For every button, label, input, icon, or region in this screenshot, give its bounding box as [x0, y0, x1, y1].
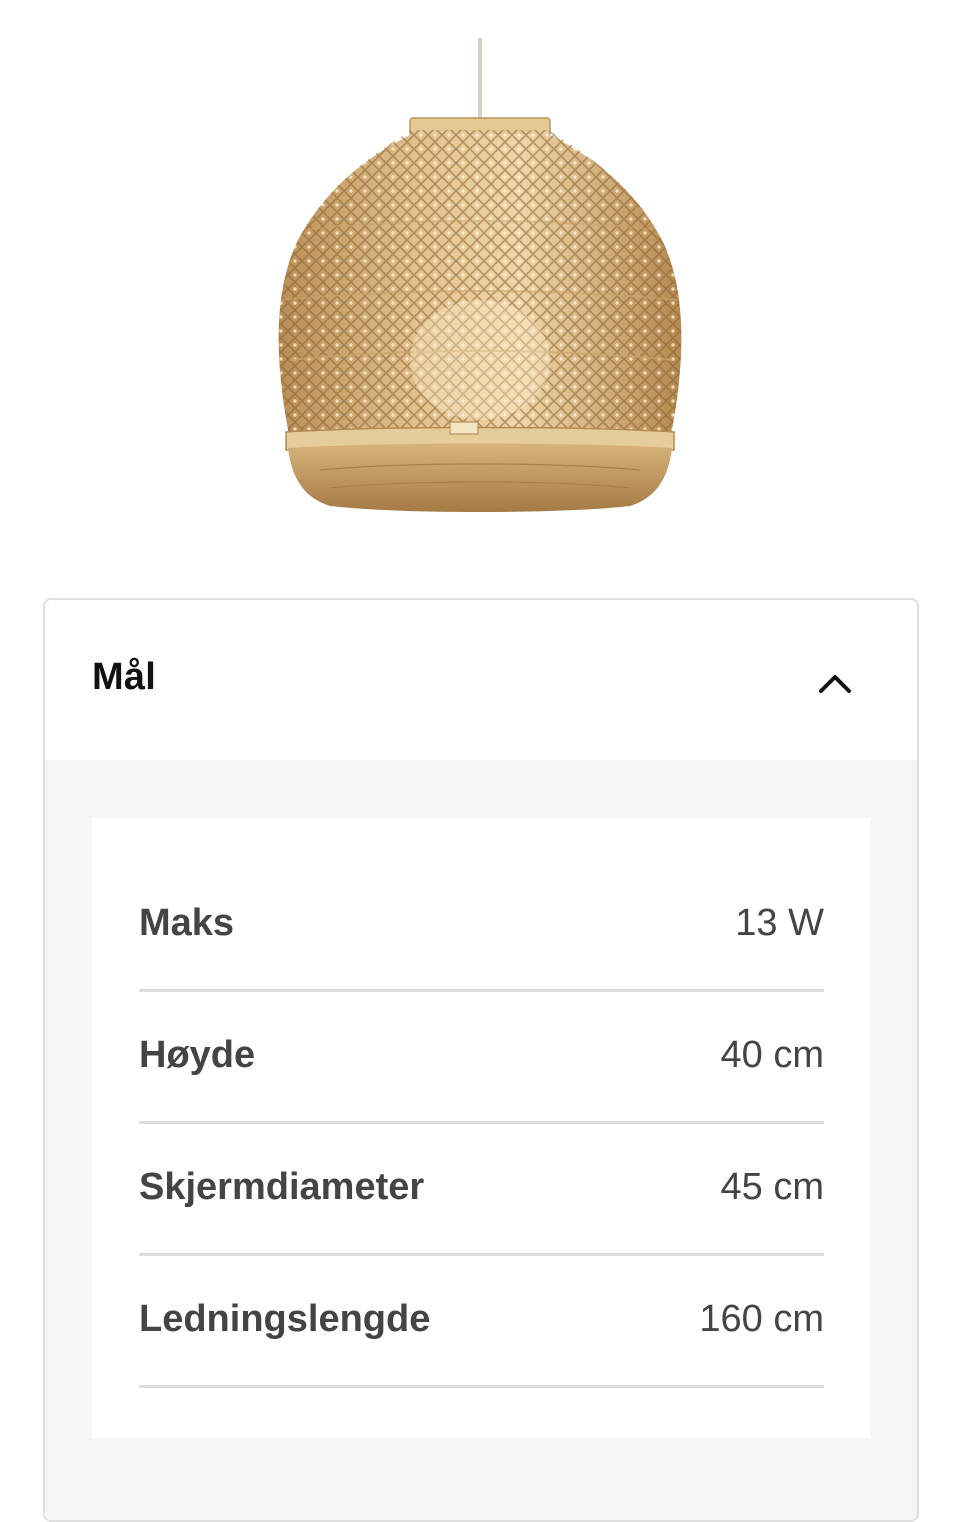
spec-label: Ledningslengde: [139, 1298, 431, 1340]
accordion-header[interactable]: Mål: [45, 600, 917, 760]
spec-row-hoyde: Høyde 40 cm: [139, 992, 824, 1124]
product-image: [260, 30, 700, 530]
spec-value: 45 cm: [720, 1166, 824, 1208]
spec-label: Skjermdiameter: [139, 1166, 425, 1208]
spec-label: Maks: [139, 902, 235, 944]
dimensions-accordion: Mål Maks 13 W Høyde 40 cm Skjermdiameter…: [43, 598, 919, 1522]
spec-value: 40 cm: [720, 1034, 824, 1076]
accordion-title: Mål: [92, 656, 156, 698]
spec-row-ledningslengde: Ledningslengde 160 cm: [139, 1256, 824, 1388]
spec-value: 160 cm: [699, 1298, 824, 1340]
spec-value: 13 W: [735, 902, 824, 944]
accordion-body: Maks 13 W Høyde 40 cm Skjermdiameter 45 …: [45, 760, 917, 1520]
spec-row-maks: Maks 13 W: [139, 860, 824, 992]
spec-label: Høyde: [139, 1034, 256, 1076]
pendant-lamp-image: [278, 38, 682, 512]
spec-list: Maks 13 W Høyde 40 cm Skjermdiameter 45 …: [92, 818, 870, 1438]
spec-row-skjermdiameter: Skjermdiameter 45 cm: [139, 1124, 824, 1256]
chevron-up-icon[interactable]: [815, 664, 855, 704]
